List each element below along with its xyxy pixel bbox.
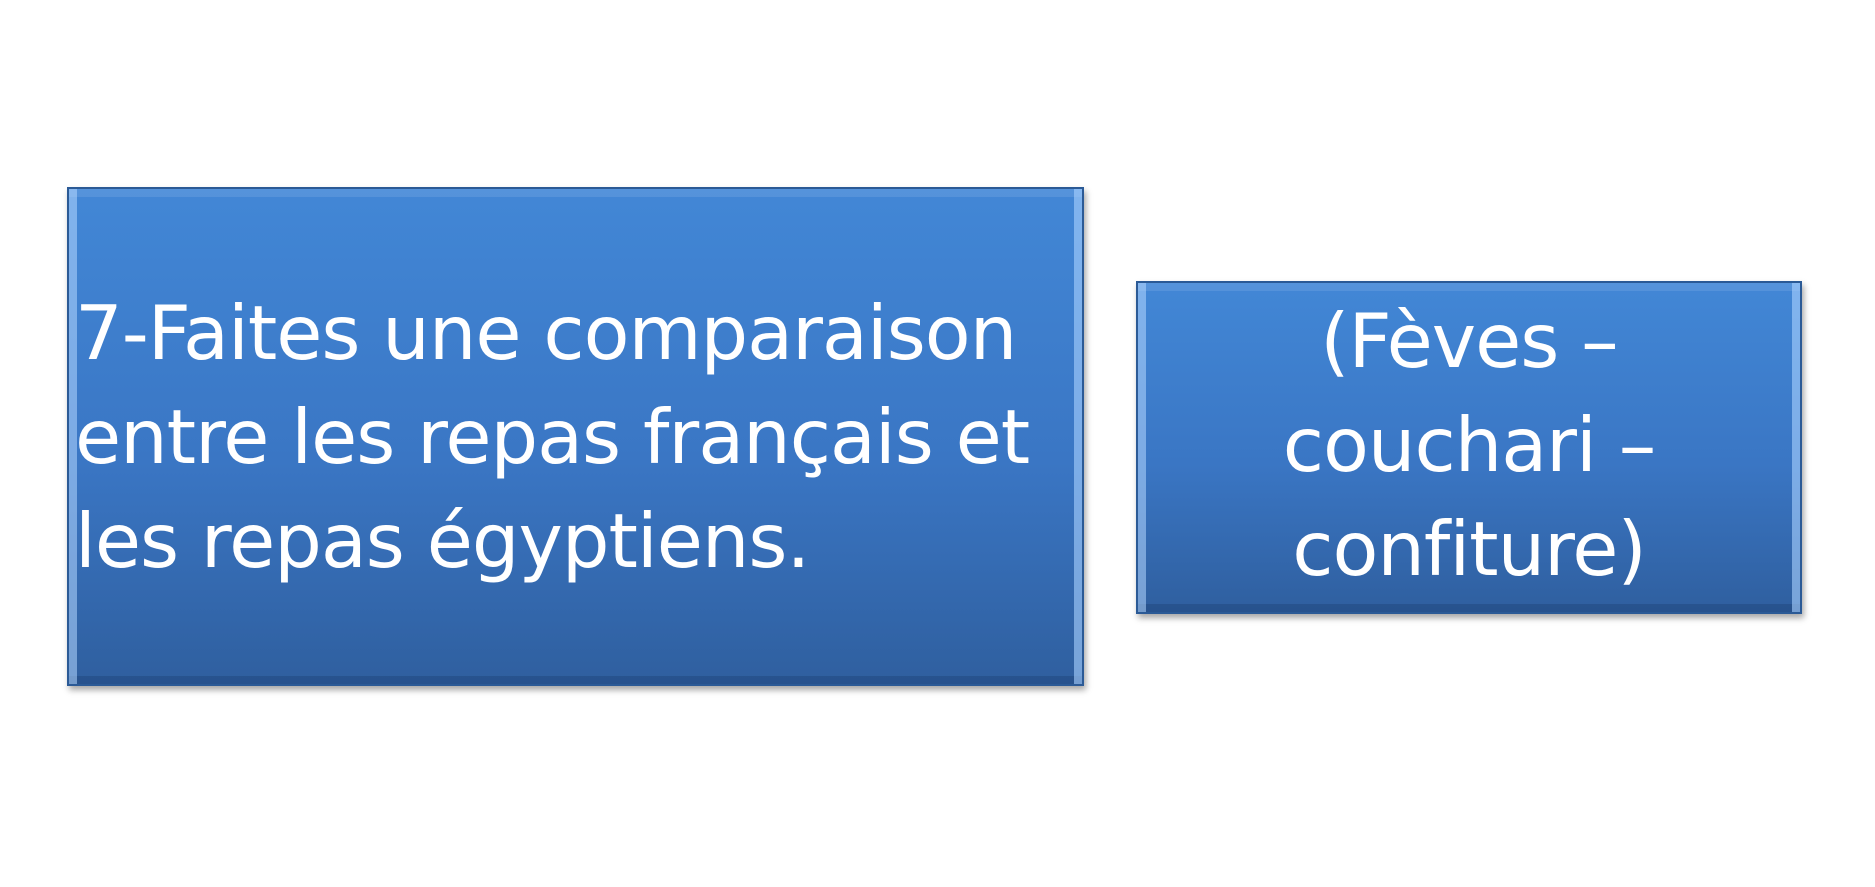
question-box: 7-Faites une comparaison entre les repas… — [67, 187, 1084, 686]
answer-box: (Fèves – couchari – confiture) — [1136, 281, 1802, 614]
question-text: 7-Faites une comparaison entre les repas… — [75, 288, 1030, 585]
answer-text: (Fèves – couchari – confiture) — [1282, 296, 1656, 593]
slide: 7-Faites une comparaison entre les repas… — [0, 0, 1875, 887]
